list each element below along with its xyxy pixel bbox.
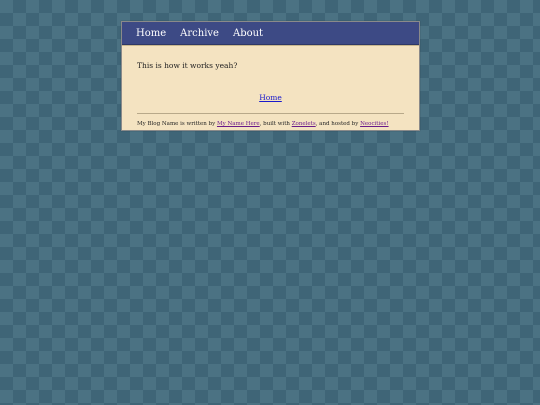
page-container: Home Archive About This is how it works … xyxy=(121,21,420,131)
post-body-text: This is how it works yeah? xyxy=(137,61,238,70)
zonelets-link[interactable]: Zonelets xyxy=(292,121,316,127)
footer: My Blog Name is written by My Name Here,… xyxy=(137,121,404,127)
footer-mid-text-2: , and hosted by xyxy=(315,121,361,127)
post-home-link[interactable]: Home xyxy=(259,93,282,102)
home-link-container: Home xyxy=(137,85,404,104)
nav-about-link[interactable]: About xyxy=(233,22,263,45)
nav-archive-link[interactable]: Archive xyxy=(180,22,219,45)
neocities-link[interactable]: Neocities! xyxy=(360,121,388,127)
top-nav: Home Archive About xyxy=(122,22,419,45)
post-content: This is how it works yeah? Home My Blog … xyxy=(122,45,419,130)
author-link[interactable]: My Name Here xyxy=(217,121,260,127)
footer-mid-text-1: , built with xyxy=(259,121,292,127)
nav-home-link[interactable]: Home xyxy=(136,22,166,45)
footer-divider xyxy=(137,113,404,114)
footer-prefix-text: My Blog Name is written by xyxy=(137,121,217,127)
